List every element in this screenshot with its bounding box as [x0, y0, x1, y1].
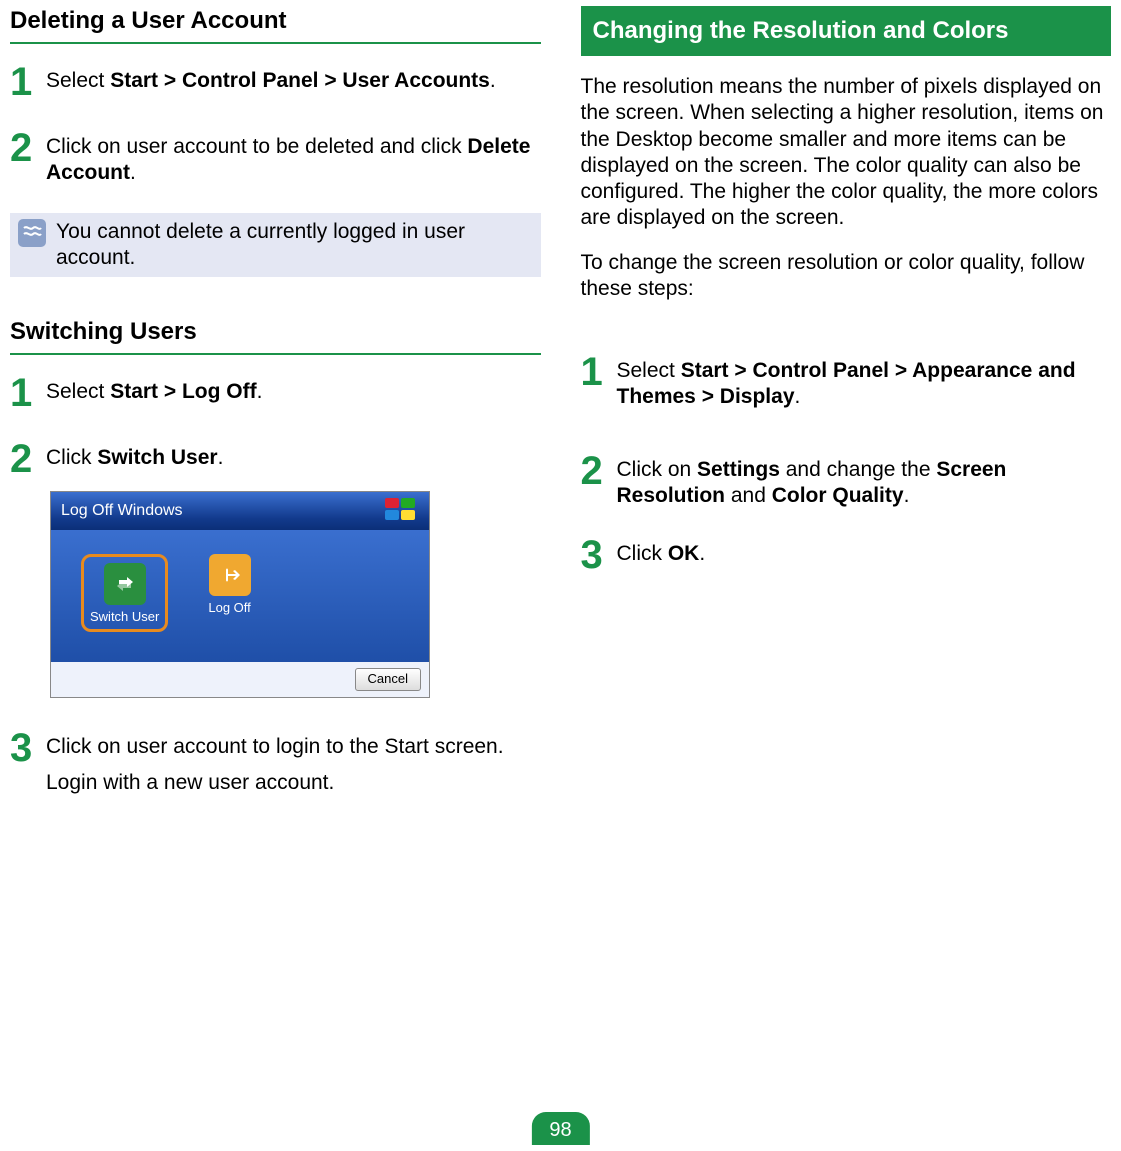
step-bold: Start > Control Panel > Appearance and T…	[617, 359, 1076, 408]
step-number: 1	[10, 62, 38, 102]
section-heading-resolution: Changing the Resolution and Colors	[581, 6, 1112, 56]
step-bold: Color Quality	[772, 484, 904, 507]
dialog-title-text: Log Off Windows	[61, 501, 183, 521]
step-number: 2	[10, 128, 38, 168]
windows-logo-icon	[385, 498, 419, 524]
step-text: .	[699, 542, 705, 565]
dialog-footer: Cancel	[51, 662, 429, 696]
step-text: Click on user account to be deleted and …	[46, 135, 467, 158]
step-text: and	[725, 484, 772, 507]
step-text: .	[130, 161, 136, 184]
step-number: 2	[10, 439, 38, 479]
step-bold: OK	[668, 542, 700, 565]
switch-step-2: 2 Click Switch User.	[10, 439, 541, 479]
logoff-label: Log Off	[208, 600, 250, 616]
step-number: 1	[581, 352, 609, 392]
dialog-body: Switch User Log Off	[51, 530, 429, 662]
switch-user-icon	[104, 563, 146, 605]
step-text: .	[257, 380, 263, 403]
res-step-3: 3 Click OK.	[581, 535, 1112, 575]
note-icon	[18, 219, 46, 247]
switch-user-button[interactable]: Switch User	[90, 563, 159, 625]
logoff-button[interactable]: Log Off	[208, 554, 250, 632]
step-text: Select	[617, 359, 681, 382]
step-number: 2	[581, 451, 609, 491]
section-heading-deleting-user: Deleting a User Account	[10, 6, 541, 44]
delete-step-2: 2 Click on user account to be deleted an…	[10, 128, 541, 187]
logoff-dialog: Log Off Windows Switch User	[50, 491, 430, 698]
step-text: .	[795, 385, 801, 408]
cancel-button[interactable]: Cancel	[355, 668, 421, 690]
step-bold: Start > Control Panel > User Accounts	[110, 69, 490, 92]
left-column: Deleting a User Account 1 Select Start >…	[10, 0, 541, 822]
switch-user-highlight: Switch User	[81, 554, 168, 632]
res-step-1: 1 Select Start > Control Panel > Appeara…	[581, 352, 1112, 411]
switch-step-1: 1 Select Start > Log Off.	[10, 373, 541, 413]
step-text: Click on user account to login to the St…	[46, 734, 541, 760]
intro-paragraph-2: To change the screen resolution or color…	[581, 250, 1112, 303]
step-bold: Switch User	[97, 446, 217, 469]
step-text: .	[904, 484, 910, 507]
switch-user-label: Switch User	[90, 609, 159, 625]
step-subtext: Login with a new user account.	[46, 770, 541, 796]
logoff-icon	[209, 554, 251, 596]
intro-paragraph-1: The resolution means the number of pixel…	[581, 74, 1112, 232]
step-text: Click	[46, 446, 97, 469]
step-text: .	[218, 446, 224, 469]
switch-step-3: 3 Click on user account to login to the …	[10, 728, 541, 797]
step-text: Click	[617, 542, 668, 565]
section-heading-switching-users: Switching Users	[10, 317, 541, 355]
step-number: 3	[581, 535, 609, 575]
res-step-2: 2 Click on Settings and change the Scree…	[581, 451, 1112, 510]
delete-step-1: 1 Select Start > Control Panel > User Ac…	[10, 62, 541, 102]
step-text: Select	[46, 380, 110, 403]
step-text: Select	[46, 69, 110, 92]
step-text: .	[490, 69, 496, 92]
note-text: You cannot delete a currently logged in …	[56, 219, 533, 272]
step-bold: Settings	[697, 458, 780, 481]
step-text: and change the	[780, 458, 936, 481]
dialog-titlebar: Log Off Windows	[51, 492, 429, 530]
right-column: Changing the Resolution and Colors The r…	[581, 0, 1112, 822]
step-number: 3	[10, 728, 38, 768]
step-text: Click on	[617, 458, 698, 481]
page-number-tab: 98	[531, 1112, 589, 1145]
step-number: 1	[10, 373, 38, 413]
step-bold: Start > Log Off	[110, 380, 256, 403]
note-box: You cannot delete a currently logged in …	[10, 213, 541, 278]
